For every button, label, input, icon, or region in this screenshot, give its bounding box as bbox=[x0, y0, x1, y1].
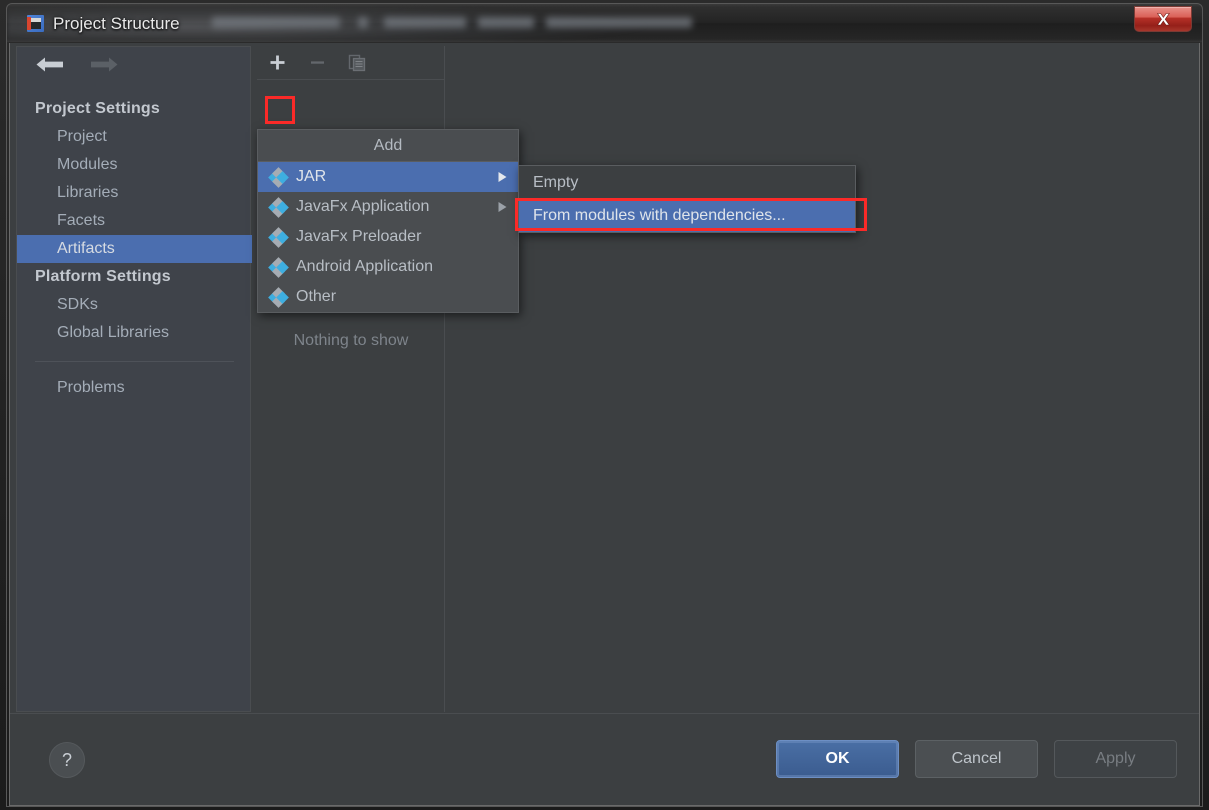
jar-submenu: Empty From modules with dependencies... bbox=[518, 165, 856, 233]
chevron-right-icon bbox=[498, 202, 507, 212]
menu-item-javafx-preloader[interactable]: JavaFx Preloader bbox=[258, 222, 518, 252]
menu-item-label: JAR bbox=[296, 168, 327, 185]
sidebar-item-facets[interactable]: Facets bbox=[17, 207, 252, 235]
settings-nav-list: Project Settings Project Modules Librari… bbox=[17, 95, 252, 402]
menu-item-android-application[interactable]: Android Application bbox=[258, 252, 518, 282]
dialog-footer: ? OK Cancel Apply bbox=[10, 713, 1199, 805]
add-artifact-menu: Add JAR JavaFx Application JavaFx Preloa… bbox=[257, 129, 519, 313]
minus-icon bbox=[310, 61, 324, 64]
artifact-icon bbox=[268, 166, 289, 188]
artifact-icon bbox=[268, 256, 289, 278]
sidebar-item-libraries[interactable]: Libraries bbox=[17, 179, 252, 207]
remove-artifact-button bbox=[306, 52, 328, 74]
submenu-item-from-modules-with-dependencies[interactable]: From modules with dependencies... bbox=[519, 199, 855, 232]
close-button[interactable] bbox=[1134, 6, 1192, 32]
cancel-button[interactable]: Cancel bbox=[915, 740, 1038, 778]
sidebar-divider bbox=[35, 361, 234, 362]
submenu-item-empty[interactable]: Empty bbox=[519, 166, 855, 199]
sidebar-item-artifacts[interactable]: Artifacts bbox=[17, 235, 252, 263]
copy-artifact-button bbox=[346, 52, 368, 74]
sidebar-item-project[interactable]: Project bbox=[17, 123, 252, 151]
menu-item-label: Android Application bbox=[296, 258, 433, 275]
artifacts-toolbar bbox=[257, 46, 445, 80]
forward-arrow-icon bbox=[91, 57, 118, 72]
nothing-to-show-label: Nothing to show bbox=[293, 332, 409, 349]
submenu-item-label: Empty bbox=[533, 173, 579, 191]
copy-icon bbox=[348, 54, 366, 71]
menu-item-label: JavaFx Application bbox=[296, 198, 430, 215]
settings-sidebar: Project Settings Project Modules Librari… bbox=[16, 46, 252, 712]
apply-button: Apply bbox=[1054, 740, 1177, 778]
project-structure-dialog: Project Settings Project Modules Librari… bbox=[9, 43, 1200, 806]
sidebar-item-modules[interactable]: Modules bbox=[17, 151, 252, 179]
add-menu-title: Add bbox=[258, 130, 518, 162]
back-arrow-icon[interactable] bbox=[35, 56, 65, 73]
artifact-icon bbox=[268, 226, 289, 248]
menu-item-label: JavaFx Preloader bbox=[296, 228, 422, 245]
sidebar-item-problems[interactable]: Problems bbox=[17, 374, 252, 402]
sidebar-item-global-libraries[interactable]: Global Libraries bbox=[17, 319, 252, 347]
nav-group-platform-settings: Platform Settings bbox=[35, 268, 171, 285]
menu-item-other[interactable]: Other bbox=[258, 282, 518, 312]
nav-group-project-settings: Project Settings bbox=[35, 100, 161, 117]
menu-item-jar[interactable]: JAR bbox=[258, 162, 518, 192]
application-window: Project Structure Project Settings Proje… bbox=[0, 0, 1209, 810]
artifact-editor-panel bbox=[446, 46, 1195, 712]
sidebar-navigation bbox=[35, 56, 119, 73]
add-artifact-button[interactable] bbox=[266, 52, 288, 74]
redacted-title-text bbox=[212, 12, 692, 34]
footer-button-group: OK Cancel Apply bbox=[776, 740, 1177, 778]
title-bar[interactable]: Project Structure bbox=[7, 4, 1202, 42]
menu-item-javafx-application[interactable]: JavaFx Application bbox=[258, 192, 518, 222]
help-button[interactable]: ? bbox=[49, 742, 85, 778]
submenu-item-label: From modules with dependencies... bbox=[533, 206, 786, 224]
chevron-right-icon bbox=[498, 172, 507, 182]
plus-icon bbox=[270, 55, 284, 70]
menu-item-label: Other bbox=[296, 288, 337, 305]
artifact-icon bbox=[268, 286, 289, 308]
artifact-icon bbox=[268, 196, 289, 218]
window-title: Project Structure bbox=[53, 14, 180, 33]
ok-button[interactable]: OK bbox=[776, 740, 899, 778]
intellij-idea-icon bbox=[27, 15, 44, 32]
sidebar-item-sdks[interactable]: SDKs bbox=[17, 291, 252, 319]
